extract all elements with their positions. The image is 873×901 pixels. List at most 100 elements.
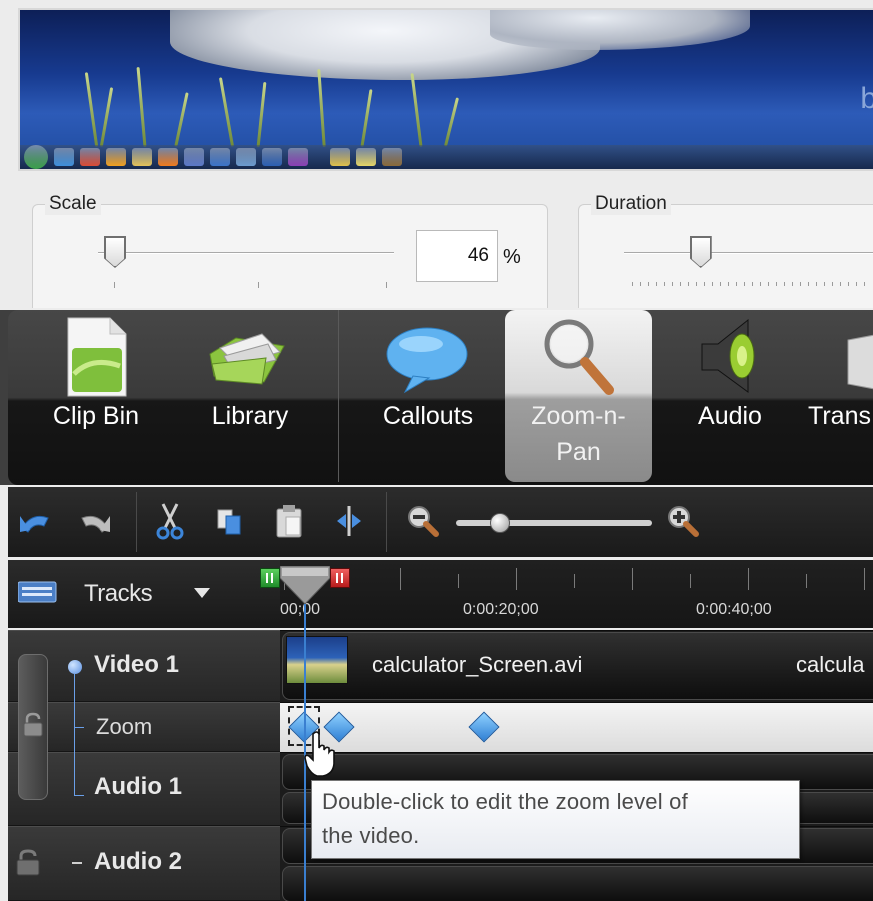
preview-watermark: b (860, 82, 873, 116)
tab-transitions[interactable]: Trans (808, 310, 873, 482)
word-icon[interactable] (262, 148, 282, 166)
duration-tick (848, 282, 849, 286)
pen-icon[interactable] (236, 148, 256, 166)
preview-grass (360, 89, 373, 147)
duration-tick (856, 282, 857, 286)
speaker-icon (701, 318, 755, 393)
calculator-icon[interactable] (210, 148, 230, 166)
in-marker[interactable] (260, 568, 280, 588)
clip-name-overflow: calcula (796, 652, 865, 677)
tab-library[interactable]: Library (180, 310, 320, 482)
joystick-icon[interactable] (382, 148, 402, 166)
tooltip-line-1: Double-click to edit the zoom level of (322, 789, 688, 814)
tab-audio[interactable]: Audio (660, 310, 800, 482)
scale-tick (258, 282, 259, 288)
timeline-zoom-slider-track[interactable] (456, 520, 652, 526)
ruler-tick (632, 568, 633, 590)
duration-tick (736, 282, 737, 286)
tracks-menu-label[interactable]: Tracks (84, 580, 153, 608)
duration-tick (720, 282, 721, 286)
zoom-out-icon (408, 506, 439, 537)
tab-label: Callouts (382, 402, 474, 430)
tab-label-line1: Zoom-n- (531, 402, 626, 430)
duration-tick (632, 282, 633, 286)
preview-grass (410, 73, 423, 147)
preview-glacier-image-secondary (490, 10, 750, 50)
hand-cursor-icon (304, 731, 335, 777)
track-name-audio-1[interactable]: Audio 1 (94, 773, 182, 801)
duration-tick (824, 282, 825, 286)
duration-tick (768, 282, 769, 286)
duration-slider-track[interactable] (624, 252, 873, 254)
track-name-video-1[interactable]: Video 1 (94, 651, 179, 679)
track-tree-branch (74, 727, 84, 728)
video-preview[interactable]: b (18, 8, 873, 171)
ruler-time-label: 0:00:40;00 (696, 601, 772, 618)
copy-button[interactable] (210, 500, 248, 542)
tab-callouts[interactable]: Callouts (358, 310, 498, 482)
duration-tick (816, 282, 817, 286)
chevron-down-icon[interactable] (194, 588, 212, 600)
preview-grass (317, 68, 326, 148)
duration-tick (840, 282, 841, 286)
zoom-out-button[interactable] (404, 500, 442, 542)
lock-icon[interactable] (22, 712, 44, 738)
internet-explorer-icon[interactable] (54, 148, 74, 166)
lock-icon[interactable] (14, 848, 42, 876)
duration-tick (664, 282, 665, 286)
tooltip: Double-click to edit the zoom level of t… (311, 780, 800, 859)
zoom-in-button[interactable] (664, 500, 702, 542)
ruler-time-label: 0:00:20;00 (463, 601, 539, 618)
notes-icon[interactable] (356, 148, 376, 166)
preview-grass (256, 82, 267, 147)
tab-label-line2: Pan (556, 438, 601, 466)
ruler-tick (690, 574, 691, 588)
onenote-icon[interactable] (288, 148, 308, 166)
preview-grass (174, 92, 189, 147)
duration-tick (688, 282, 689, 286)
track-name-zoom[interactable]: Zoom (96, 714, 152, 740)
track-collapse-dash[interactable] (72, 862, 82, 864)
clip-bin-icon (67, 317, 127, 397)
chrome-icon[interactable] (80, 148, 100, 166)
file-explorer-icon[interactable] (132, 148, 152, 166)
start-orb-icon[interactable] (24, 145, 48, 169)
playhead-handle[interactable] (280, 566, 330, 606)
timeline-zoom-slider-thumb[interactable] (489, 513, 510, 533)
tab-group-divider (338, 310, 339, 482)
paste-icon (276, 505, 302, 538)
media-player-icon[interactable] (158, 148, 178, 166)
duration-tick (704, 282, 705, 286)
duration-tick (640, 282, 641, 286)
transitions-icon (847, 334, 873, 390)
scale-value-input[interactable]: 46 (416, 230, 498, 282)
scale-unit: % (503, 246, 521, 268)
paint-icon[interactable] (184, 148, 204, 166)
duration-tick (752, 282, 753, 286)
cut-icon (156, 503, 184, 540)
audio-clip[interactable] (282, 866, 873, 901)
out-marker[interactable] (330, 568, 350, 588)
timeline-ruler[interactable] (280, 560, 873, 628)
cut-button[interactable] (151, 500, 189, 542)
split-button[interactable] (330, 500, 368, 542)
toolbar-divider (136, 492, 137, 552)
camtasia-editor: b Scale 46 % Duration Clip Bin (0, 0, 873, 901)
track-expander-dot[interactable] (68, 660, 82, 674)
tab-clip-bin[interactable]: Clip Bin (26, 310, 166, 482)
tooltip-line-2: the video. (322, 823, 420, 848)
preview-grass (84, 72, 99, 147)
redo-button[interactable] (76, 500, 114, 542)
lane-zoom[interactable] (280, 702, 873, 752)
paste-button[interactable] (270, 500, 308, 542)
outlook-icon[interactable] (106, 148, 126, 166)
folder-icon[interactable] (330, 148, 350, 166)
tab-zoom-n-pan[interactable]: Zoom-n- Pan (505, 310, 652, 482)
undo-button[interactable] (16, 500, 54, 542)
duration-tick (712, 282, 713, 286)
scale-tick (386, 282, 387, 288)
scale-slider-track[interactable] (98, 252, 394, 254)
track-name-audio-2[interactable]: Audio 2 (94, 848, 182, 876)
ruler-tick (864, 568, 865, 590)
tab-label: Library (211, 402, 289, 430)
